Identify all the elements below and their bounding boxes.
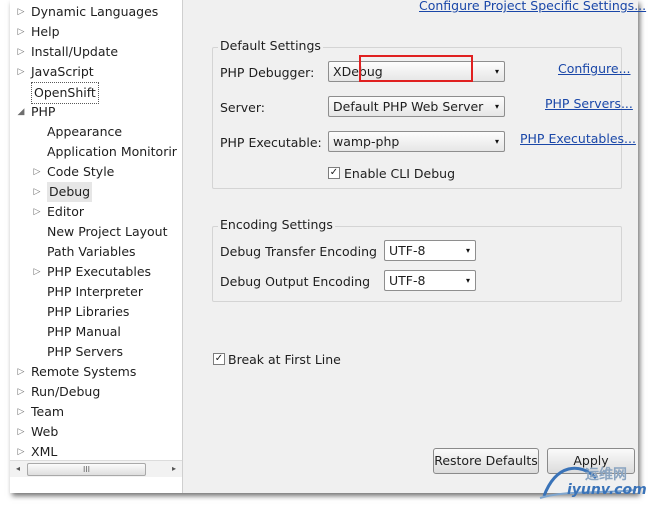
- tree-item-javascript[interactable]: ▷ JavaScript: [10, 62, 182, 82]
- chevron-down-icon: ▾: [494, 67, 499, 76]
- tree-item-appearance[interactable]: Appearance: [10, 122, 182, 142]
- tree-item-team[interactable]: ▷ Team: [10, 402, 182, 422]
- tree-item-application-monitorir[interactable]: Application Monitorir: [10, 142, 182, 162]
- tree-item-label: OpenShift: [31, 82, 99, 104]
- tree-item-php[interactable]: ◢ PHP: [10, 102, 182, 122]
- chevron-down-icon: ▾: [465, 276, 470, 285]
- configure-highlight-box: [359, 55, 473, 82]
- tree-item-php-manual[interactable]: PHP Manual: [10, 322, 182, 342]
- tree-item-web[interactable]: ▷ Web: [10, 422, 182, 442]
- tree-item-label: Install/Update: [31, 44, 119, 59]
- tree-item-debug[interactable]: ▷ Debug: [10, 182, 182, 202]
- debug-output-encoding-select[interactable]: UTF-8 ▾: [384, 270, 476, 291]
- configure-project-specific-link[interactable]: Configure Project Specific Settings...: [419, 0, 646, 13]
- tree-item-path-variables[interactable]: Path Variables: [10, 242, 182, 262]
- php-executables-link[interactable]: PHP Executables...: [520, 131, 636, 146]
- tree-item-label: Remote Systems: [31, 364, 137, 379]
- tree-item-editor[interactable]: ▷ Editor: [10, 202, 182, 222]
- debug-transfer-encoding-label: Debug Transfer Encoding: [220, 244, 377, 259]
- default-settings-title: Default Settings: [218, 38, 323, 53]
- collapsed-arrow-icon[interactable]: ▷: [32, 262, 42, 282]
- tree-horizontal-scrollbar[interactable]: ◂ III ▸: [10, 460, 182, 477]
- tree-item-label: XML: [31, 444, 58, 459]
- restore-defaults-button[interactable]: Restore Defaults: [433, 448, 539, 474]
- tree-item-label: Dynamic Languages: [31, 4, 159, 19]
- php-executable-value: wamp-php: [333, 134, 400, 149]
- tree-item-label: Web: [31, 424, 59, 439]
- tree-item-php-executables[interactable]: ▷ PHP Executables: [10, 262, 182, 282]
- tree-item-php-libraries[interactable]: PHP Libraries: [10, 302, 182, 322]
- server-select[interactable]: Default PHP Web Server ▾: [328, 96, 505, 117]
- tree-item-label: PHP Interpreter: [47, 284, 144, 299]
- watermark-text-cn: 运维网: [585, 467, 627, 483]
- collapsed-arrow-icon[interactable]: ▷: [16, 2, 26, 22]
- chevron-down-icon: ▾: [465, 246, 470, 255]
- server-label: Server:: [220, 100, 265, 115]
- collapsed-arrow-icon[interactable]: ▷: [32, 182, 42, 202]
- preferences-window: ▷ Dynamic Languages ▷ Help ▷ Install/Update ▷ J…: [10, 0, 646, 493]
- tree-item-code-style[interactable]: ▷ Code Style: [10, 162, 182, 182]
- php-debugger-label: PHP Debugger:: [220, 65, 315, 80]
- tree-item-help[interactable]: ▷ Help: [10, 22, 182, 42]
- tree-item-label: Team: [31, 404, 65, 419]
- debug-output-encoding-label: Debug Output Encoding: [220, 274, 371, 289]
- tree-item-label: Debug: [47, 182, 93, 202]
- collapsed-arrow-icon[interactable]: ▷: [16, 62, 26, 82]
- tree-item-label: PHP Executables: [47, 264, 152, 279]
- collapsed-arrow-icon[interactable]: ▷: [16, 362, 26, 382]
- tree-item-label: Path Variables: [47, 244, 136, 259]
- tree-item-new-project-layout[interactable]: New Project Layout: [10, 222, 182, 242]
- php-executable-label: PHP Executable:: [220, 135, 322, 150]
- tree-item-label: Run/Debug: [31, 384, 101, 399]
- tree-item-label: PHP Servers: [47, 344, 123, 359]
- preferences-tree: ▷ Dynamic Languages ▷ Help ▷ Install/Update ▷ J…: [10, 0, 183, 493]
- collapsed-arrow-icon[interactable]: ▷: [16, 422, 26, 442]
- collapsed-arrow-icon[interactable]: ▷: [16, 42, 26, 62]
- enable-cli-debug-label: Enable CLI Debug: [344, 166, 456, 181]
- debug-transfer-encoding-value: UTF-8: [389, 243, 426, 258]
- collapsed-arrow-icon[interactable]: ▷: [32, 162, 42, 182]
- tree-item-label: Application Monitorir: [47, 144, 177, 159]
- tree-item-label: PHP Manual: [47, 324, 121, 339]
- scroll-thumb[interactable]: III: [27, 463, 146, 476]
- chevron-down-icon: ▾: [494, 102, 499, 111]
- break-at-first-line-label: Break at First Line: [228, 352, 341, 367]
- configure-link[interactable]: Configure...: [558, 61, 631, 76]
- collapsed-arrow-icon[interactable]: ▷: [32, 202, 42, 222]
- collapsed-arrow-icon[interactable]: ▷: [16, 22, 26, 42]
- php-executable-select[interactable]: wamp-php ▾: [328, 131, 505, 152]
- tree-item-label: PHP Libraries: [47, 304, 130, 319]
- tree-item-run-debug[interactable]: ▷ Run/Debug: [10, 382, 182, 402]
- encoding-settings-title: Encoding Settings: [218, 217, 335, 232]
- tree-item-xml[interactable]: ▷ XML: [10, 442, 182, 462]
- watermark-text-url: iyunv.com: [567, 482, 647, 498]
- collapsed-arrow-icon[interactable]: ▷: [16, 402, 26, 422]
- tree-item-label: Appearance: [47, 124, 123, 139]
- debug-output-encoding-value: UTF-8: [389, 273, 426, 288]
- php-servers-link[interactable]: PHP Servers...: [545, 96, 633, 111]
- tree-item-label: JavaScript: [31, 64, 94, 79]
- expanded-arrow-icon[interactable]: ◢: [16, 102, 26, 122]
- chevron-down-icon: ▾: [494, 137, 499, 146]
- tree-item-label: Editor: [47, 204, 84, 219]
- tree-item-openshift[interactable]: OpenShift: [10, 82, 182, 104]
- collapsed-arrow-icon[interactable]: ▷: [16, 382, 26, 402]
- debug-transfer-encoding-select[interactable]: UTF-8 ▾: [384, 240, 476, 261]
- tree-item-install-update[interactable]: ▷ Install/Update: [10, 42, 182, 62]
- enable-cli-debug-checkbox[interactable]: ✓: [328, 167, 340, 179]
- server-value: Default PHP Web Server: [333, 99, 484, 114]
- tree-item-remote-systems[interactable]: ▷ Remote Systems: [10, 362, 182, 382]
- scroll-left-icon[interactable]: ◂: [10, 461, 26, 477]
- tree-item-label: PHP: [31, 104, 56, 119]
- tree-item-label: New Project Layout: [47, 224, 168, 239]
- collapsed-arrow-icon[interactable]: ▷: [16, 442, 26, 462]
- tree-item-label: Help: [31, 24, 60, 39]
- break-at-first-line-checkbox[interactable]: ✓: [213, 353, 225, 365]
- tree-item-php-servers[interactable]: PHP Servers: [10, 342, 182, 362]
- scroll-right-icon[interactable]: ▸: [166, 461, 182, 477]
- tree-item-dynamic-languages[interactable]: ▷ Dynamic Languages: [10, 2, 182, 22]
- tree-item-php-interpreter[interactable]: PHP Interpreter: [10, 282, 182, 302]
- tree-item-label: Code Style: [47, 164, 115, 179]
